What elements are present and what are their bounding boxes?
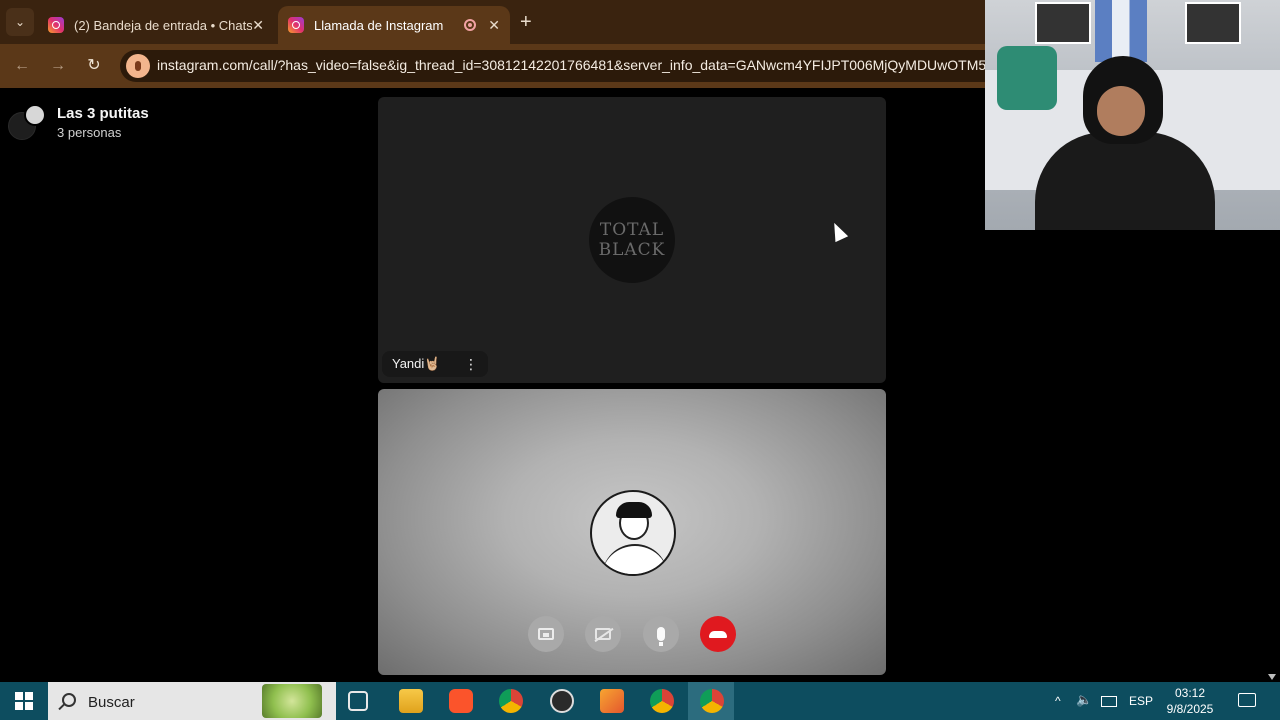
new-tab-button[interactable]: +	[520, 12, 532, 32]
close-icon[interactable]: ✕	[252, 17, 264, 34]
search-icon	[62, 693, 76, 707]
participant-name-pill: Yandi🤘🏼 ⋮	[382, 351, 488, 377]
taskbar-clock[interactable]: 03:12 9/8/2025	[1160, 685, 1220, 717]
chat-title: Las 3 putitas	[57, 105, 149, 122]
avatar-cap	[616, 502, 652, 518]
site-permission-mic-chip[interactable]	[126, 54, 150, 78]
reload-button[interactable]: ↻	[84, 56, 104, 76]
avatar	[24, 104, 46, 126]
hang-up-icon	[709, 630, 727, 638]
reload-icon: ↻	[87, 57, 101, 74]
wall-flag	[1095, 0, 1147, 62]
close-icon[interactable]: ✕	[488, 17, 500, 34]
tab-label: (2) Bandeja de entrada • Chats	[74, 17, 253, 33]
wall-poster	[1185, 2, 1241, 44]
language-indicator[interactable]: ESP	[1129, 694, 1153, 708]
streamer	[1035, 56, 1215, 230]
toggle-mic-button[interactable]	[643, 616, 679, 652]
arrow-right-icon: →	[50, 57, 66, 74]
self-avatar	[590, 490, 676, 576]
streamer-torso	[1035, 132, 1215, 230]
wall-poster	[1035, 2, 1091, 44]
search-highlight-image	[262, 684, 322, 718]
chrome-profile-icon[interactable]	[650, 689, 674, 713]
network-icon[interactable]	[1101, 696, 1117, 707]
avatar-body	[602, 544, 668, 574]
camera-off-icon	[595, 628, 611, 640]
microphone-icon	[657, 627, 665, 646]
streamer-face	[1097, 86, 1145, 136]
chrome-icon[interactable]	[499, 689, 523, 713]
clock-app-icon[interactable]	[550, 689, 574, 713]
self-tile	[378, 389, 886, 675]
tab-instagram-call[interactable]: Llamada de Instagram ✕	[278, 6, 510, 44]
fl-studio-icon[interactable]	[600, 689, 624, 713]
instagram-icon	[48, 17, 64, 33]
chrome-active-icon[interactable]	[700, 689, 724, 713]
clock-date: 9/8/2025	[1166, 702, 1214, 716]
forward-button[interactable]: →	[48, 56, 68, 76]
windows-taskbar: Buscar ^ 🔈 ESP 03:12 9/8/2025	[0, 682, 1280, 720]
logo-line: BLACK	[598, 240, 666, 260]
start-button[interactable]	[15, 692, 33, 710]
chevron-down-icon: ⌄	[14, 15, 26, 29]
toggle-camera-button[interactable]	[585, 616, 621, 652]
tab-inbox[interactable]: (2) Bandeja de entrada • Chats ✕	[38, 6, 274, 44]
screen-share-icon	[538, 628, 554, 640]
chat-member-count: 3 personas	[57, 125, 122, 140]
group-avatar	[8, 102, 46, 140]
screen: ⌄ (2) Bandeja de entrada • Chats ✕ Llama…	[0, 0, 1280, 720]
url-text: instagram.com/call/?has_video=false&ig_t…	[157, 57, 1006, 73]
tab-label: Llamada de Instagram	[314, 17, 444, 33]
microphone-icon	[135, 61, 141, 71]
instagram-icon	[288, 17, 304, 33]
participant-name: Yandi🤘🏼	[392, 356, 441, 371]
search-placeholder: Buscar	[88, 694, 135, 711]
arrow-left-icon: ←	[14, 57, 30, 74]
file-explorer-icon[interactable]	[399, 689, 423, 713]
scroll-down-icon[interactable]	[1268, 674, 1276, 680]
notification-center-icon[interactable]	[1238, 693, 1256, 707]
task-view-icon[interactable]	[348, 691, 368, 711]
logo-line: TOTAL	[599, 220, 665, 240]
more-options-icon[interactable]: ⋮	[464, 356, 478, 373]
recording-icon	[464, 19, 477, 31]
volume-icon[interactable]: 🔈	[1076, 692, 1092, 708]
participant-profile-logo: TOTAL BLACK	[589, 197, 675, 283]
back-button[interactable]: ←	[12, 56, 32, 76]
clock-time: 03:12	[1174, 686, 1206, 700]
address-bar[interactable]: instagram.com/call/?has_video=false&ig_t…	[120, 50, 1120, 82]
share-screen-button[interactable]	[528, 616, 564, 652]
webcam-overlay	[985, 0, 1280, 230]
participant-tile: TOTAL BLACK Yandi🤘🏼 ⋮	[378, 97, 886, 383]
brave-icon[interactable]	[449, 689, 473, 713]
end-call-button[interactable]	[700, 616, 736, 652]
taskbar-search[interactable]: Buscar	[48, 682, 336, 720]
tray-overflow-icon[interactable]: ^	[1055, 694, 1061, 708]
tab-search-button[interactable]: ⌄	[6, 8, 34, 36]
